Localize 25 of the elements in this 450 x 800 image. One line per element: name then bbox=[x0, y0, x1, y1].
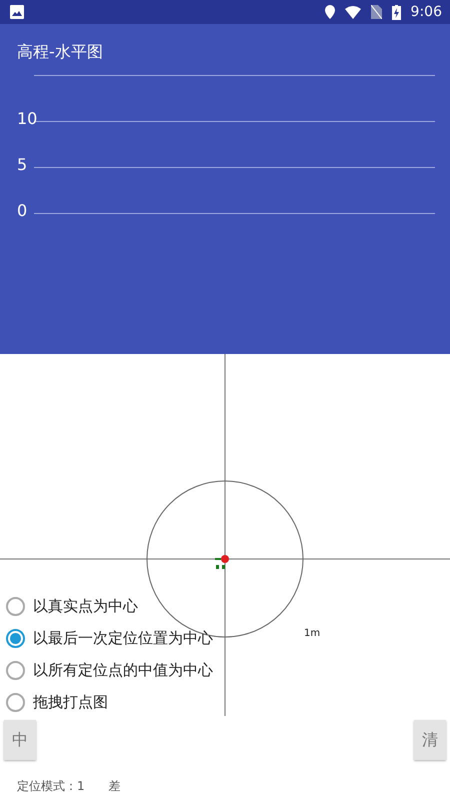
location-icon bbox=[324, 5, 335, 19]
no-sim-icon bbox=[370, 5, 382, 19]
option-label: 拖拽打点图 bbox=[33, 692, 108, 712]
status-time: 9:06 bbox=[410, 4, 442, 20]
screen-title: 高程-水平图 bbox=[17, 42, 103, 63]
radio-button[interactable] bbox=[6, 596, 25, 616]
option-label: 以所有定位点的中值为中心 bbox=[33, 660, 213, 680]
action-button[interactable]: 清 bbox=[414, 720, 446, 760]
battery-charging-icon bbox=[392, 4, 401, 20]
radio-button[interactable] bbox=[6, 692, 25, 712]
status-text: 差 bbox=[108, 778, 121, 795]
image-icon bbox=[10, 5, 24, 19]
radio-button[interactable] bbox=[6, 628, 25, 648]
scale-label: 1m bbox=[304, 628, 320, 639]
axis-label: 0 bbox=[17, 202, 28, 220]
radio-button[interactable] bbox=[6, 660, 25, 680]
status-text: 定位模式：1 bbox=[17, 778, 85, 795]
position-marks bbox=[215, 558, 225, 569]
axis-label: 10 bbox=[17, 110, 38, 128]
action-button[interactable]: 中 bbox=[4, 720, 36, 760]
wifi-icon bbox=[344, 6, 361, 18]
option-label: 以真实点为中心 bbox=[33, 596, 138, 616]
axis-label: 5 bbox=[17, 156, 28, 174]
option-label: 以最后一次定位位置为中心 bbox=[33, 628, 213, 648]
current-position-dot bbox=[221, 555, 229, 563]
